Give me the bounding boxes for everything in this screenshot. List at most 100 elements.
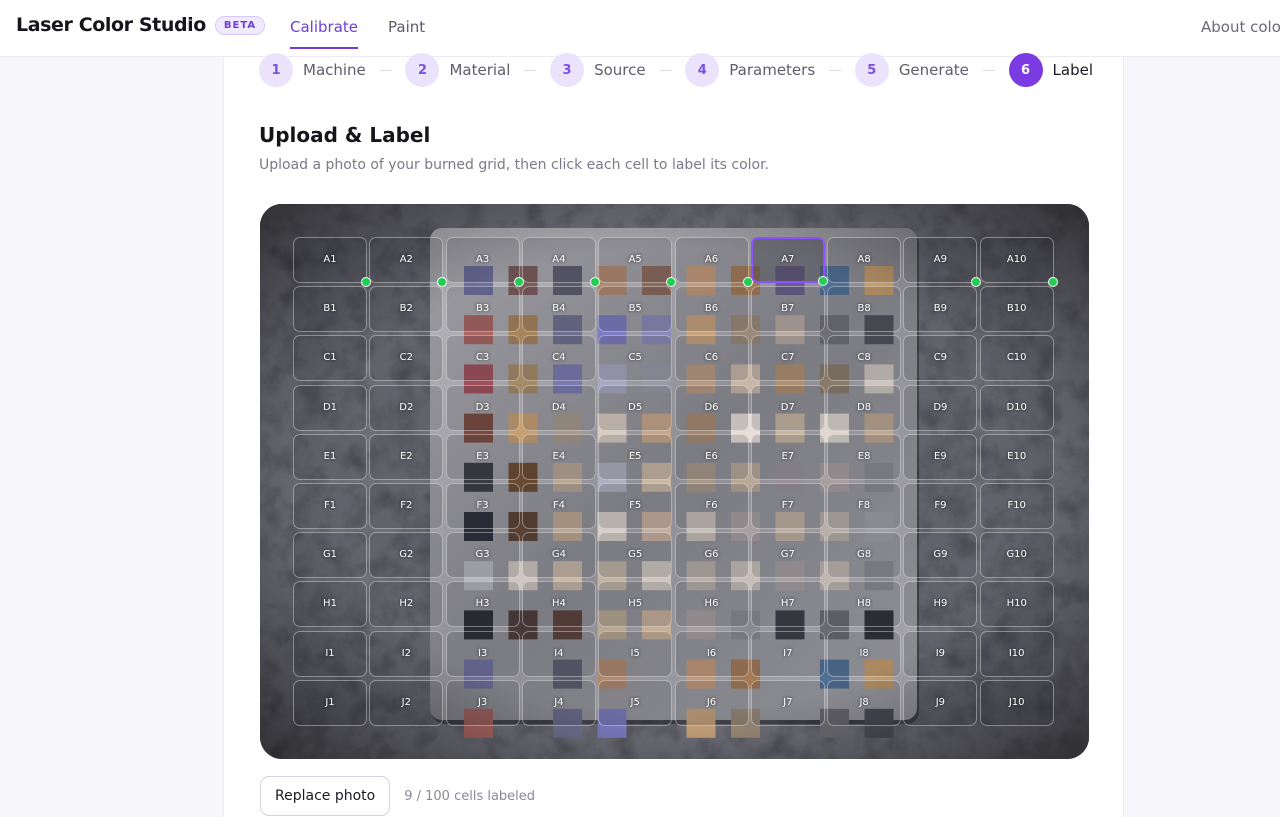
grid-cell-e9[interactable]: E9 [903,433,978,480]
grid-cell-f8[interactable]: F8 [827,483,902,529]
grid-cell-a4[interactable]: A4 [521,237,600,287]
grid-cell-i4[interactable]: I4 [521,630,596,677]
grid-cell-h8[interactable]: H8 [827,581,902,628]
grid-cell-a3[interactable]: A3 [445,237,524,287]
step-generate[interactable]: 5 Generate [854,53,969,87]
grid-cell-d5[interactable]: D5 [598,384,673,431]
grid-cell-i5[interactable]: I5 [598,630,673,677]
grid-cell-g2[interactable]: G2 [369,532,444,579]
grid-cell-j2[interactable]: J2 [369,679,444,726]
grid-cell-f5[interactable]: F5 [598,483,673,529]
grid-cell-d2[interactable]: D2 [369,384,444,431]
step-label-active[interactable]: 6 Label [1008,53,1093,87]
grid-cell-g1[interactable]: G1 [293,532,367,579]
grid-cell-e6[interactable]: E6 [674,433,749,480]
grid-cell-g7[interactable]: G7 [750,532,825,579]
grid-cell-f4[interactable]: F4 [521,483,596,529]
grid-cell-i8[interactable]: I8 [827,630,902,677]
grid-cell-d10[interactable]: D10 [979,384,1054,431]
grid-cell-h1[interactable]: H1 [293,581,367,628]
nav-tab-paint[interactable]: Paint [388,0,425,47]
grid-cell-e10[interactable]: E10 [979,433,1054,480]
grid-cell-c7[interactable]: C7 [750,335,825,382]
about-color-link[interactable]: About color [1201,18,1280,36]
grid-cell-c2[interactable]: C2 [369,335,444,382]
grid-cell-i1[interactable]: I1 [293,630,367,677]
grid-cell-i2[interactable]: I2 [369,630,444,677]
grid-cell-h4[interactable]: H4 [521,581,596,628]
grid-cell-d7[interactable]: D7 [750,384,825,431]
grid-cell-f7[interactable]: F7 [750,483,825,529]
grid-cell-j7[interactable]: J7 [750,679,825,726]
grid-cell-c9[interactable]: C9 [903,335,978,382]
replace-photo-button[interactable]: Replace photo [260,776,391,816]
grid-cell-e2[interactable]: E2 [369,433,444,480]
grid-cell-g3[interactable]: G3 [445,532,520,579]
grid-cell-b7[interactable]: B7 [750,286,825,333]
grid-cell-b1[interactable]: B1 [293,286,367,333]
grid-cell-e5[interactable]: E5 [598,433,673,480]
grid-cell-c8[interactable]: C8 [827,335,902,382]
grid-cell-i10[interactable]: I10 [979,630,1054,677]
grid-cell-j6[interactable]: J6 [674,679,749,726]
grid-cell-i7[interactable]: I7 [750,630,825,677]
grid-cell-b10[interactable]: B10 [979,286,1054,333]
grid-cell-h3[interactable]: H3 [445,581,520,628]
grid-cell-e8[interactable]: E8 [827,433,902,480]
grid-cell-f3[interactable]: F3 [445,483,520,529]
grid-cell-b9[interactable]: B9 [903,286,978,333]
grid-cell-d1[interactable]: D1 [293,384,367,431]
grid-cell-b3[interactable]: B3 [445,286,520,333]
grid-cell-f1[interactable]: F1 [293,483,367,529]
grid-cell-a1[interactable]: A1 [293,237,371,287]
grid-cell-c10[interactable]: C10 [979,335,1054,382]
grid-cell-c4[interactable]: C4 [521,335,596,382]
grid-cell-j3[interactable]: J3 [445,679,520,726]
grid-cell-c5[interactable]: C5 [598,335,673,382]
grid-cell-b8[interactable]: B8 [827,286,902,333]
grid-cell-j1[interactable]: J1 [293,679,367,726]
grid-cell-j4[interactable]: J4 [521,679,596,726]
grid-cell-g4[interactable]: G4 [521,532,596,579]
grid-cell-d8[interactable]: D8 [827,384,902,431]
grid-cell-d6[interactable]: D6 [674,384,749,431]
grid-cell-b4[interactable]: B4 [521,286,596,333]
grid-cell-i6[interactable]: I6 [674,630,749,677]
grid-cell-h7[interactable]: H7 [750,581,825,628]
grid-cell-c1[interactable]: C1 [293,335,367,382]
grid-cell-e4[interactable]: E4 [521,433,596,480]
grid-cell-e7[interactable]: E7 [750,433,825,480]
grid-cell-c3[interactable]: C3 [445,335,520,382]
grid-cell-g5[interactable]: G5 [598,532,673,579]
step-parameters[interactable]: 4 Parameters [685,53,815,87]
grid-cell-d3[interactable]: D3 [445,384,520,431]
grid-cell-h9[interactable]: H9 [903,581,978,628]
grid-cell-g8[interactable]: G8 [827,532,902,579]
grid-cell-a5[interactable]: A5 [598,237,677,287]
step-material[interactable]: 2 Material [405,53,510,87]
grid-cell-a10[interactable]: A10 [979,237,1058,287]
brand[interactable]: Laser Color Studio BETA [16,14,266,36]
grid-photo[interactable]: A1 A2 A3 A4 A5 A6 A7 A8 A9 A10 B1 B2 B3 B4 B5 B6 B7 B8 B9 B… [260,204,1089,759]
grid-cell-d9[interactable]: D9 [903,384,978,431]
grid-cell-a9[interactable]: A9 [903,237,982,287]
grid-cell-i3[interactable]: I3 [445,630,520,677]
grid-cell-e3[interactable]: E3 [445,433,520,480]
grid-cell-j8[interactable]: J8 [827,679,902,726]
grid-cell-a6[interactable]: A6 [674,237,753,287]
grid-cell-j10[interactable]: J10 [979,679,1054,726]
grid-cell-g10[interactable]: G10 [979,532,1054,579]
step-machine[interactable]: 1 Machine [259,53,366,87]
grid-cell-g6[interactable]: G6 [674,532,749,579]
grid-cell-f9[interactable]: F9 [903,483,978,529]
grid-cell-h6[interactable]: H6 [674,581,749,628]
step-source[interactable]: 3 Source [550,53,646,87]
grid-cell-b2[interactable]: B2 [369,286,444,333]
grid-cell-c6[interactable]: C6 [674,335,749,382]
grid-cell-h2[interactable]: H2 [369,581,444,628]
grid-cell-a8[interactable]: A8 [827,237,902,283]
grid-cell-f2[interactable]: F2 [369,483,444,529]
grid-cell-j5[interactable]: J5 [598,679,673,726]
grid-cell-f10[interactable]: F10 [979,483,1054,529]
grid-cell-a2[interactable]: A2 [369,237,448,287]
